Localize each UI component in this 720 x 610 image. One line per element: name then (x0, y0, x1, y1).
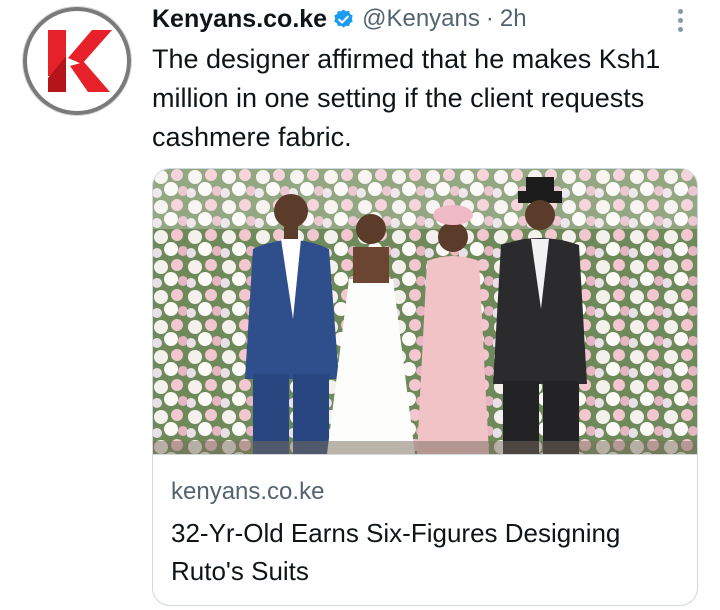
card-image (153, 169, 697, 454)
card-domain: kenyans.co.ke (171, 478, 325, 505)
author-handle[interactable]: @Kenyans (362, 5, 480, 33)
tweet-text: The designer affirmed that he makes Ksh1… (152, 44, 661, 152)
verified-badge-icon (332, 8, 355, 31)
link-card[interactable]: kenyans.co.ke 32-Yr-Old Earns Six-Figure… (152, 168, 698, 606)
tweet-timestamp[interactable]: 2h (500, 5, 527, 33)
kenyans-logo-icon (23, 7, 131, 115)
author-name[interactable]: Kenyans.co.ke (152, 5, 327, 34)
dot-icon (677, 17, 683, 23)
dot-icon (677, 8, 683, 14)
card-footer: kenyans.co.ke 32-Yr-Old Earns Six-Figure… (153, 454, 697, 605)
avatar[interactable] (22, 6, 132, 116)
dot-icon (677, 26, 683, 32)
separator-dot: · (485, 5, 494, 32)
card-title[interactable]: 32-Yr-Old Earns Six-Figures Designing Ru… (171, 514, 681, 590)
more-options-icon[interactable] (670, 4, 690, 36)
tweet-header: Kenyans.co.ke @Kenyans · 2h (152, 2, 527, 36)
